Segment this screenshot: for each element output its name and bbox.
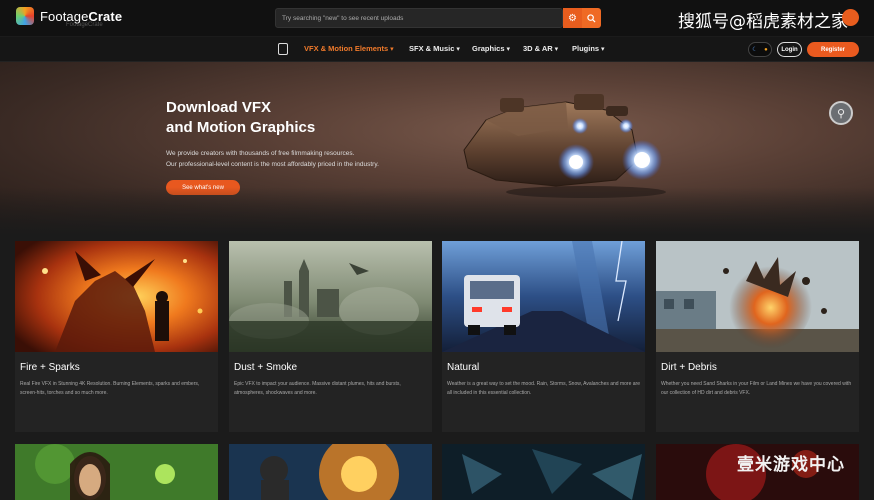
card-thumbnail[interactable]: [442, 241, 645, 352]
card-description: Weather is a great way to set the mood. …: [447, 381, 640, 396]
nav-item-3d-ar[interactable]: 3D & AR: [523, 44, 558, 53]
card-title[interactable]: Fire + Sparks: [20, 362, 80, 373]
card-description: Whether you need Sand Sharks in your Fil…: [661, 381, 852, 396]
nav-item-graphics[interactable]: Graphics: [472, 44, 510, 53]
floating-logo-icon[interactable]: ⚲: [829, 101, 853, 125]
search-input[interactable]: Try searching "new" to see recent upload…: [275, 8, 563, 28]
category-card-dirt[interactable]: Dirt + Debris Whether you need Sand Shar…: [656, 241, 859, 432]
user-avatar[interactable]: [842, 9, 859, 26]
watermark-text: 搜狐号@稻虎素材之家: [678, 12, 848, 32]
login-button[interactable]: Login: [777, 42, 802, 57]
category-card-partial-3[interactable]: [442, 444, 645, 500]
logo-subtext: FootageCrate: [66, 22, 103, 28]
hero-desc-line1: We provide creators with thousands of fr…: [166, 150, 355, 157]
card-description: Real Fire VFX in Stunning 4K Resolution.…: [20, 381, 200, 396]
hero-banner: Download VFX and Motion Graphics We prov…: [0, 62, 874, 235]
card-title[interactable]: Dirt + Debris: [661, 362, 717, 373]
watermark-bottom-text: 壹米游戏中心: [737, 455, 845, 475]
category-card-partial-1[interactable]: [15, 444, 218, 500]
hero-title-line2: and Motion Graphics: [166, 119, 316, 136]
category-card-dust[interactable]: Dust + Smoke Epic VFX to impact your aud…: [229, 241, 432, 432]
category-card-fire[interactable]: Fire + Sparks Real Fire VFX in Stunning …: [15, 241, 218, 432]
search-options-button[interactable]: ⚙: [563, 8, 582, 28]
hero-description: We provide creators with thousands of fr…: [166, 148, 379, 170]
category-card-partial-2[interactable]: [229, 444, 432, 500]
nav-item-plugins[interactable]: Plugins: [572, 44, 605, 53]
category-card-natural[interactable]: Natural Weather is a great way to set th…: [442, 241, 645, 432]
moon-icon: ☾: [752, 47, 758, 53]
nav-item-vfx[interactable]: VFX & Motion Elements: [304, 44, 394, 53]
theme-toggle[interactable]: ☾ ●: [748, 42, 772, 57]
logo-mark-icon: [16, 7, 34, 25]
nav-item-sfx[interactable]: SFX & Music: [409, 44, 460, 53]
see-whats-new-button[interactable]: See what's new: [166, 180, 240, 195]
register-button[interactable]: Register: [807, 42, 859, 57]
card-title[interactable]: Natural: [447, 362, 479, 373]
hero-title-line1: Download VFX: [166, 99, 271, 116]
spaceship-illustration: [463, 94, 666, 198]
search-icon: [587, 13, 596, 23]
card-title[interactable]: Dust + Smoke: [234, 362, 297, 373]
card-description: Epic VFX to impact your audience. Massiv…: [234, 381, 401, 396]
sun-icon: ●: [764, 46, 768, 53]
card-thumbnail[interactable]: [229, 241, 432, 352]
gear-icon: ⚙: [568, 12, 577, 24]
card-thumbnail[interactable]: [15, 241, 218, 352]
crate-icon[interactable]: [278, 43, 288, 55]
card-thumbnail[interactable]: [656, 241, 859, 352]
search-placeholder: Try searching "new" to see recent upload…: [282, 14, 404, 22]
search-button[interactable]: [582, 8, 601, 28]
hero-title: Download VFX and Motion Graphics: [166, 98, 315, 138]
hero-desc-line2: Our professional-level content is the mo…: [166, 161, 379, 168]
